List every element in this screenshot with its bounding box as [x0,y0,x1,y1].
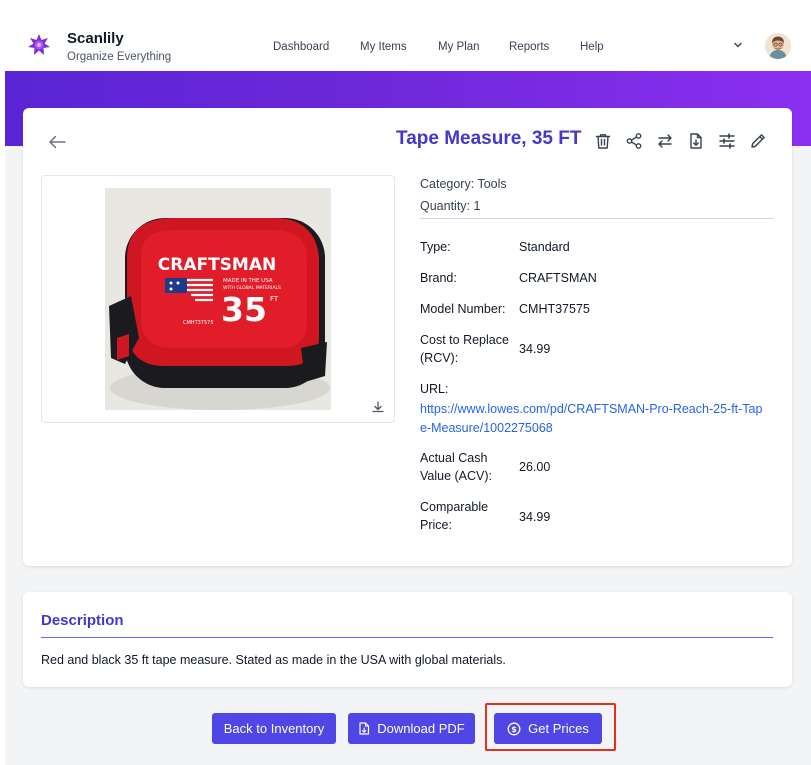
item-title: Tape Measure, 35 FT [396,128,582,149]
acv-value: 26.00 [519,460,551,474]
model-number-value: CMHT37575 [519,302,590,316]
avatar-image [765,33,791,59]
adjust-icon[interactable] [718,132,736,150]
rcv-label: Cost to Replace (RCV): [420,333,509,365]
description-divider [41,637,773,638]
photo-made-in-text: MADE IN THE USA [223,278,273,284]
brand-label: Brand: [420,271,457,285]
nav-help[interactable]: Help [580,41,604,53]
pdf-file-icon [359,722,370,735]
nav-dashboard[interactable]: Dashboard [273,41,329,53]
item-photo[interactable]: CRAFTSMAN MADE IN THE USA WITH GLOBAL MA… [105,188,331,410]
chevron-down-icon[interactable] [733,40,743,50]
model-number-label: Model Number: [420,302,506,316]
back-to-inventory-label: Back to Inventory [223,721,325,736]
trash-icon[interactable] [594,132,612,150]
edit-icon[interactable] [749,132,767,150]
description-title: Description [41,612,124,629]
comparable-price-value: 34.99 [519,510,551,524]
details-divider [420,218,773,219]
photo-brand-text: CRAFTSMAN [158,255,276,275]
rcv-value: 34.99 [519,342,551,356]
type-label: Type: [420,240,451,254]
brand-value: CRAFTSMAN [519,271,597,285]
photo-size-text: 35 [221,290,267,329]
quantity-text: Quantity: 1 [420,199,481,213]
brand-name[interactable]: Scanlily [67,30,124,47]
share-icon[interactable] [625,132,643,150]
brand-tagline: Organize Everything [67,51,172,63]
file-download-icon[interactable] [687,132,705,150]
nav-reports[interactable]: Reports [509,41,549,53]
photo-unit-text: FT [270,295,279,303]
transfer-icon[interactable] [656,132,674,150]
nav-my-items[interactable]: My Items [360,41,407,53]
get-prices-highlight [485,703,616,751]
product-url-link[interactable]: https://www.lowes.com/pd/CRAFTSMAN-Pro-R… [420,400,765,438]
download-icon[interactable] [371,400,385,414]
user-avatar[interactable] [765,33,791,59]
category-text: Category: Tools [420,177,507,191]
back-arrow-icon[interactable] [47,133,67,151]
download-pdf-label: Download PDF [377,721,465,736]
description-card [23,592,792,687]
scanlily-logo-icon[interactable] [28,34,50,56]
back-to-inventory-button[interactable]: Back to Inventory [212,713,336,744]
nav-my-plan[interactable]: My Plan [438,41,480,53]
url-label: URL: [420,382,449,396]
download-pdf-button[interactable]: Download PDF [348,713,475,744]
description-text: Red and black 35 ft tape measure. Stated… [41,653,506,667]
comparable-price-label: Comparable Price: [420,500,489,532]
type-value: Standard [519,240,570,254]
photo-model-text: CMHT37575 [183,320,214,326]
acv-label: Actual Cash Value (ACV): [420,451,493,483]
